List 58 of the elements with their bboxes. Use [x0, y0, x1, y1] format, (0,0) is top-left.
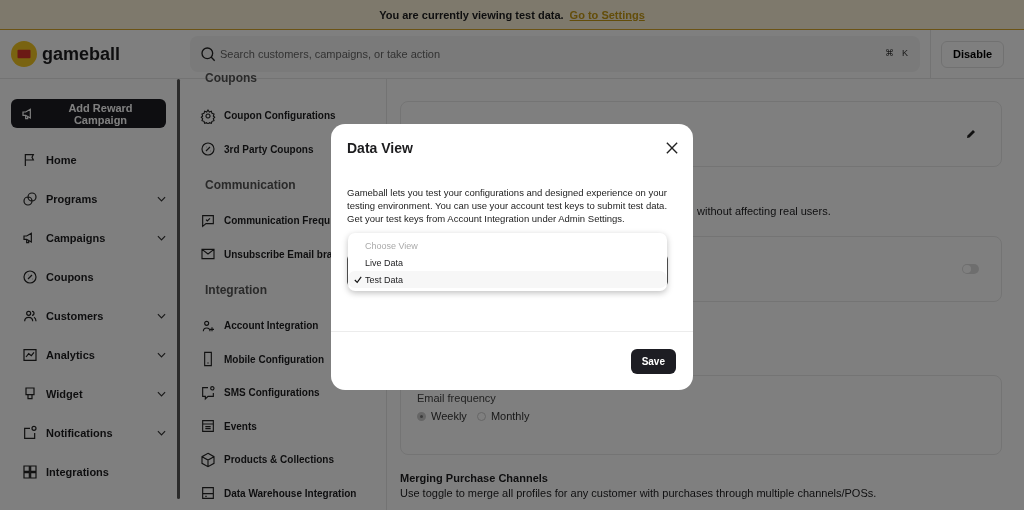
- nav-item-icon: [200, 485, 216, 502]
- sidebar-item[interactable]: Coupons: [11, 257, 166, 296]
- radio-label: Monthly: [490, 410, 530, 422]
- menu-item-icon: [22, 268, 38, 285]
- nav-item-icon: [200, 212, 216, 229]
- nav-item-icon: [200, 451, 216, 468]
- menu-item-icon: [22, 463, 38, 480]
- close-icon[interactable]: [666, 142, 678, 154]
- logo-text: gameball: [42, 43, 121, 65]
- shortcut-key: ⌘: [885, 48, 894, 58]
- menu-item-icon: [22, 424, 38, 441]
- section-heading: Coupons: [204, 75, 257, 85]
- menu-option[interactable]: Test Data: [348, 271, 667, 288]
- check-icon: [354, 275, 362, 284]
- nav-item-icon: [200, 418, 216, 435]
- nav-item-icon: [200, 107, 216, 124]
- sidebar-item[interactable]: Campaigns: [11, 218, 166, 257]
- sidebar-item[interactable]: Customers: [11, 296, 166, 335]
- settings-nav-item[interactable]: 3rd Party Coupons: [200, 132, 314, 166]
- settings-nav-item[interactable]: Products & Collections: [200, 443, 334, 477]
- radio-button[interactable]: [417, 411, 426, 421]
- banner-text: You are currently viewing test data.: [379, 8, 564, 21]
- menu-option[interactable]: Live Data: [348, 254, 667, 271]
- section-heading: Integration: [204, 282, 267, 299]
- menu-item-icon: [22, 190, 38, 207]
- section-title: Merging Purchase Channels: [400, 472, 549, 484]
- section-description: Use toggle to merge all profiles for any customer with purchases through multiple channels/POSs.: [400, 487, 878, 499]
- settings-nav-item[interactable]: Account Integration: [200, 309, 319, 343]
- note-text: without affecting real users.: [697, 205, 831, 217]
- logo-icon: [11, 41, 37, 67]
- field-label: Email frequency: [417, 392, 497, 404]
- sidebar-item[interactable]: Home: [11, 140, 166, 179]
- settings-nav-item[interactable]: Data Warehouse Integration: [200, 476, 357, 510]
- search-icon: [200, 46, 216, 62]
- settings-nav-item[interactable]: Communication Frequ: [200, 204, 331, 238]
- pencil-icon[interactable]: [965, 128, 977, 140]
- nav-item-icon: [200, 141, 216, 158]
- menu-heading: Choose View: [364, 239, 419, 253]
- settings-nav-item[interactable]: Mobile Configuration: [200, 342, 324, 376]
- menu-item-icon: [22, 346, 38, 363]
- menu-item-icon: [22, 385, 38, 402]
- disable-button[interactable]: Disable: [941, 40, 1005, 68]
- settings-nav-item[interactable]: Coupon Configurations: [200, 99, 336, 133]
- save-button[interactable]: Save: [630, 348, 676, 374]
- sidebar-item[interactable]: Notifications: [11, 413, 166, 452]
- settings-nav-item[interactable]: Events: [200, 409, 257, 443]
- add-campaign-button[interactable]: Add Reward Campaign: [11, 99, 166, 128]
- section-heading: Communication: [204, 177, 296, 194]
- sidebar-item[interactable]: Programs: [11, 179, 166, 218]
- sidebar-item[interactable]: Widget: [11, 374, 166, 413]
- radio-label: Weekly: [431, 410, 467, 422]
- dialog-description: Gameball lets you test your configurations and designed experience on your testing environment. You can use your account test keys to submit test data. Get your test keys from Account Integration under Admin Settings.: [346, 186, 669, 225]
- nav-item-icon: [200, 384, 216, 401]
- dialog-title: Data View: [347, 140, 413, 156]
- shortcut-key: K: [902, 48, 908, 58]
- settings-nav-item[interactable]: SMS Configurations: [200, 376, 320, 410]
- sidebar-item[interactable]: Analytics: [11, 335, 166, 374]
- sidebar-item[interactable]: Integrations: [11, 452, 166, 491]
